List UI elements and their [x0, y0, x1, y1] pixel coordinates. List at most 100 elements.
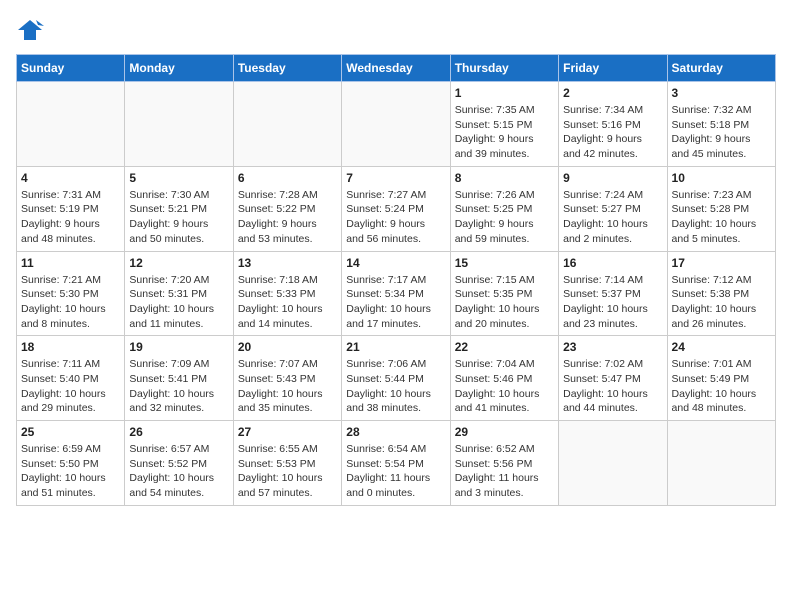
calendar-cell: 12 Sunrise: 7:20 AM Sunset: 5:31 PM Dayli…	[125, 251, 233, 336]
calendar-cell: 19 Sunrise: 7:09 AM Sunset: 5:41 PM Dayli…	[125, 336, 233, 421]
day-number: 1	[455, 86, 554, 100]
day-info: Sunrise: 7:27 AM Sunset: 5:24 PM Dayligh…	[346, 188, 445, 247]
day-number: 12	[129, 256, 228, 270]
calendar-cell: 24 Sunrise: 7:01 AM Sunset: 5:49 PM Dayli…	[667, 336, 775, 421]
day-number: 21	[346, 340, 445, 354]
logo	[16, 16, 48, 44]
calendar-cell: 14 Sunrise: 7:17 AM Sunset: 5:34 PM Dayli…	[342, 251, 450, 336]
calendar-cell: 15 Sunrise: 7:15 AM Sunset: 5:35 PM Dayli…	[450, 251, 558, 336]
calendar-cell	[667, 421, 775, 506]
calendar-week-row: 1Sunrise: 7:35 AM Sunset: 5:15 PM Daylig…	[17, 82, 776, 167]
day-info: Sunrise: 7:31 AM Sunset: 5:19 PM Dayligh…	[21, 188, 120, 247]
day-number: 5	[129, 171, 228, 185]
day-number: 23	[563, 340, 662, 354]
day-number: 20	[238, 340, 337, 354]
day-info: Sunrise: 6:52 AM Sunset: 5:56 PM Dayligh…	[455, 442, 554, 501]
calendar-cell: 22 Sunrise: 7:04 AM Sunset: 5:46 PM Dayli…	[450, 336, 558, 421]
day-number: 2	[563, 86, 662, 100]
calendar-cell: 21 Sunrise: 7:06 AM Sunset: 5:44 PM Dayli…	[342, 336, 450, 421]
calendar-cell: 8 Sunrise: 7:26 AM Sunset: 5:25 PM Daylig…	[450, 166, 558, 251]
day-info: Sunrise: 6:57 AM Sunset: 5:52 PM Dayligh…	[129, 442, 228, 501]
calendar-cell	[17, 82, 125, 167]
calendar-cell: 27 Sunrise: 6:55 AM Sunset: 5:53 PM Dayli…	[233, 421, 341, 506]
calendar-week-row: 4 Sunrise: 7:31 AM Sunset: 5:19 PM Daylig…	[17, 166, 776, 251]
calendar-cell: 7 Sunrise: 7:27 AM Sunset: 5:24 PM Daylig…	[342, 166, 450, 251]
calendar-cell: 10 Sunrise: 7:23 AM Sunset: 5:28 PM Dayli…	[667, 166, 775, 251]
day-number: 29	[455, 425, 554, 439]
weekday-header: Monday	[125, 55, 233, 82]
calendar-cell: 26 Sunrise: 6:57 AM Sunset: 5:52 PM Dayli…	[125, 421, 233, 506]
day-number: 3	[672, 86, 771, 100]
day-number: 18	[21, 340, 120, 354]
calendar-cell: 29 Sunrise: 6:52 AM Sunset: 5:56 PM Dayli…	[450, 421, 558, 506]
day-info: Sunrise: 7:01 AM Sunset: 5:49 PM Dayligh…	[672, 357, 771, 416]
day-info: Sunrise: 6:54 AM Sunset: 5:54 PM Dayligh…	[346, 442, 445, 501]
day-info: Sunrise: 6:55 AM Sunset: 5:53 PM Dayligh…	[238, 442, 337, 501]
calendar-cell: 11Sunrise: 7:21 AM Sunset: 5:30 PM Dayli…	[17, 251, 125, 336]
calendar-cell: 2 Sunrise: 7:34 AM Sunset: 5:16 PM Daylig…	[559, 82, 667, 167]
day-info: Sunrise: 7:34 AM Sunset: 5:16 PM Dayligh…	[563, 103, 662, 162]
calendar-cell: 6 Sunrise: 7:28 AM Sunset: 5:22 PM Daylig…	[233, 166, 341, 251]
calendar-cell	[125, 82, 233, 167]
weekday-header: Friday	[559, 55, 667, 82]
day-number: 19	[129, 340, 228, 354]
calendar-cell: 3 Sunrise: 7:32 AM Sunset: 5:18 PM Daylig…	[667, 82, 775, 167]
calendar-cell: 16 Sunrise: 7:14 AM Sunset: 5:37 PM Dayli…	[559, 251, 667, 336]
day-number: 14	[346, 256, 445, 270]
calendar-cell: 25Sunrise: 6:59 AM Sunset: 5:50 PM Dayli…	[17, 421, 125, 506]
day-info: Sunrise: 7:12 AM Sunset: 5:38 PM Dayligh…	[672, 273, 771, 332]
day-info: Sunrise: 7:32 AM Sunset: 5:18 PM Dayligh…	[672, 103, 771, 162]
day-info: Sunrise: 7:15 AM Sunset: 5:35 PM Dayligh…	[455, 273, 554, 332]
calendar-cell: 17 Sunrise: 7:12 AM Sunset: 5:38 PM Dayli…	[667, 251, 775, 336]
day-number: 13	[238, 256, 337, 270]
day-number: 4	[21, 171, 120, 185]
day-info: Sunrise: 7:21 AM Sunset: 5:30 PM Dayligh…	[21, 273, 120, 332]
day-info: Sunrise: 7:30 AM Sunset: 5:21 PM Dayligh…	[129, 188, 228, 247]
calendar-cell: 13 Sunrise: 7:18 AM Sunset: 5:33 PM Dayli…	[233, 251, 341, 336]
page-header	[16, 16, 776, 44]
calendar-cell: 28 Sunrise: 6:54 AM Sunset: 5:54 PM Dayli…	[342, 421, 450, 506]
calendar-cell: 5 Sunrise: 7:30 AM Sunset: 5:21 PM Daylig…	[125, 166, 233, 251]
day-info: Sunrise: 7:09 AM Sunset: 5:41 PM Dayligh…	[129, 357, 228, 416]
calendar-week-row: 25Sunrise: 6:59 AM Sunset: 5:50 PM Dayli…	[17, 421, 776, 506]
day-number: 27	[238, 425, 337, 439]
logo-bird-icon	[16, 16, 44, 44]
day-info: Sunrise: 7:02 AM Sunset: 5:47 PM Dayligh…	[563, 357, 662, 416]
day-number: 7	[346, 171, 445, 185]
day-number: 17	[672, 256, 771, 270]
day-info: Sunrise: 7:24 AM Sunset: 5:27 PM Dayligh…	[563, 188, 662, 247]
calendar-cell	[342, 82, 450, 167]
day-number: 26	[129, 425, 228, 439]
day-info: Sunrise: 7:17 AM Sunset: 5:34 PM Dayligh…	[346, 273, 445, 332]
day-info: Sunrise: 7:14 AM Sunset: 5:37 PM Dayligh…	[563, 273, 662, 332]
day-number: 8	[455, 171, 554, 185]
day-number: 25	[21, 425, 120, 439]
day-number: 24	[672, 340, 771, 354]
day-number: 9	[563, 171, 662, 185]
calendar-week-row: 11Sunrise: 7:21 AM Sunset: 5:30 PM Dayli…	[17, 251, 776, 336]
day-info: Sunrise: 7:04 AM Sunset: 5:46 PM Dayligh…	[455, 357, 554, 416]
day-info: Sunrise: 7:07 AM Sunset: 5:43 PM Dayligh…	[238, 357, 337, 416]
calendar-cell	[559, 421, 667, 506]
calendar-table: SundayMondayTuesdayWednesdayThursdayFrid…	[16, 54, 776, 506]
calendar-cell: 4 Sunrise: 7:31 AM Sunset: 5:19 PM Daylig…	[17, 166, 125, 251]
day-info: Sunrise: 7:23 AM Sunset: 5:28 PM Dayligh…	[672, 188, 771, 247]
day-info: Sunrise: 7:26 AM Sunset: 5:25 PM Dayligh…	[455, 188, 554, 247]
day-number: 10	[672, 171, 771, 185]
calendar-cell: 18 Sunrise: 7:11 AM Sunset: 5:40 PM Dayli…	[17, 336, 125, 421]
day-info: Sunrise: 7:18 AM Sunset: 5:33 PM Dayligh…	[238, 273, 337, 332]
calendar-week-row: 18 Sunrise: 7:11 AM Sunset: 5:40 PM Dayli…	[17, 336, 776, 421]
day-info: Sunrise: 7:06 AM Sunset: 5:44 PM Dayligh…	[346, 357, 445, 416]
day-number: 22	[455, 340, 554, 354]
calendar-cell: 1Sunrise: 7:35 AM Sunset: 5:15 PM Daylig…	[450, 82, 558, 167]
calendar-cell: 9 Sunrise: 7:24 AM Sunset: 5:27 PM Daylig…	[559, 166, 667, 251]
day-number: 15	[455, 256, 554, 270]
day-number: 16	[563, 256, 662, 270]
day-info: Sunrise: 7:28 AM Sunset: 5:22 PM Dayligh…	[238, 188, 337, 247]
day-info: Sunrise: 7:20 AM Sunset: 5:31 PM Dayligh…	[129, 273, 228, 332]
day-info: Sunrise: 7:11 AM Sunset: 5:40 PM Dayligh…	[21, 357, 120, 416]
weekday-header: Thursday	[450, 55, 558, 82]
day-number: 6	[238, 171, 337, 185]
calendar-cell: 20 Sunrise: 7:07 AM Sunset: 5:43 PM Dayli…	[233, 336, 341, 421]
day-number: 28	[346, 425, 445, 439]
